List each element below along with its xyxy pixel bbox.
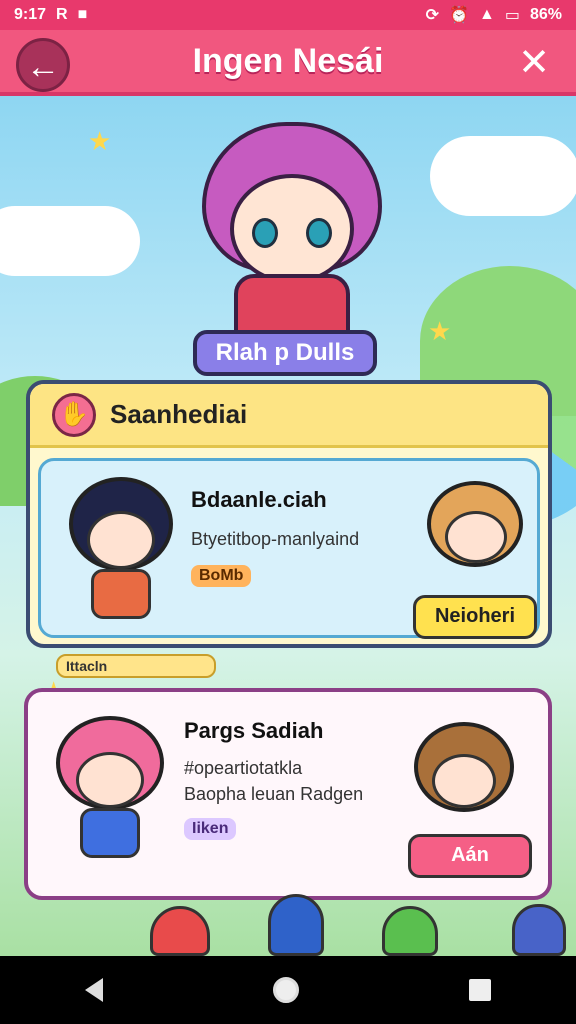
avatar-body <box>80 808 140 858</box>
nav-back-icon[interactable] <box>85 978 103 1002</box>
star-decoration: ★ <box>88 126 112 156</box>
character-avatar-2 <box>423 481 529 591</box>
hero-face <box>230 174 354 284</box>
sync-icon: ⟳ <box>425 7 440 24</box>
app-bar: ← Ingen Nesái ✕ <box>0 30 576 96</box>
character-row-1[interactable]: Bdaanle.ciah Btyetitbop-manlyaind BoMb N… <box>38 458 540 639</box>
hand-icon: ✋ <box>52 392 96 437</box>
card-header: ✋ Saanhediai <box>30 384 548 448</box>
character-avatar-1 <box>61 477 181 627</box>
character-description: #opeartiotatkla <box>184 758 303 778</box>
chibi-decoration <box>268 894 324 956</box>
cloud-decoration <box>0 206 140 276</box>
navigation-bar <box>0 956 576 1024</box>
signal-icon: ▲ <box>479 6 495 23</box>
arrow-left-icon: ← <box>26 48 60 86</box>
select-button[interactable]: Neioheri <box>413 595 537 639</box>
nav-home-icon[interactable] <box>273 977 299 1003</box>
hero-eye <box>252 218 278 248</box>
avatar-face <box>445 511 507 563</box>
avatar-face <box>432 754 496 808</box>
mail-icon: ■ <box>77 6 88 23</box>
character-tag: Iiken <box>184 818 237 840</box>
character-description: Btyetitbop-manlyaind <box>191 529 360 549</box>
avatar-face <box>76 752 144 808</box>
character-card-2[interactable]: Pargs Sadiah #opeartiotatkla Baopha leua… <box>24 688 552 900</box>
status-bar: 9:17 R ■ ⟳ ⏰ ▲ ▭ 86% <box>0 0 576 30</box>
chibi-decoration <box>512 904 566 956</box>
strip-label: Ittacln <box>66 658 108 674</box>
avatar-body <box>91 569 151 619</box>
cloud-decoration <box>430 136 576 216</box>
hero-name-plate: Rlah p Dulls <box>193 330 377 376</box>
character-name: Bdaanle.ciah <box>191 487 327 512</box>
hero-eye <box>306 218 332 248</box>
hero-body <box>234 274 350 334</box>
battery-text: 86% <box>529 6 562 23</box>
character-card-1: ✋ Saanhediai Bdaanle.ciah Btyetitbop-man… <box>26 380 552 648</box>
character-tag: BoMb <box>191 565 252 587</box>
card-header-label: Saanhediai <box>110 399 248 429</box>
star-decoration: ★ <box>428 316 452 346</box>
alarm-icon: ⏰ <box>449 7 469 24</box>
close-icon: ✕ <box>518 42 550 84</box>
select-button[interactable]: Aán <box>408 834 532 878</box>
bottom-characters <box>0 876 576 956</box>
notification-icon: R <box>56 6 68 23</box>
battery-icon: ▭ <box>504 7 520 24</box>
character-description: Baopha leuan Radgen <box>184 784 364 804</box>
nav-recent-apps-icon[interactable] <box>469 979 491 1001</box>
character-avatar-4 <box>410 722 518 834</box>
close-button[interactable]: ✕ <box>512 38 556 88</box>
status-time: 9:17 <box>14 6 47 23</box>
character-name: Pargs Sadiah <box>184 718 324 743</box>
info-strip: Ittacln <box>56 654 216 678</box>
back-button[interactable]: ← <box>16 38 70 92</box>
character-avatar-3 <box>50 716 170 866</box>
hero-character <box>182 114 402 334</box>
chibi-decoration <box>150 906 210 956</box>
chibi-decoration <box>382 906 438 956</box>
page-title: Ingen Nesái <box>192 41 384 80</box>
avatar-face <box>87 511 155 569</box>
